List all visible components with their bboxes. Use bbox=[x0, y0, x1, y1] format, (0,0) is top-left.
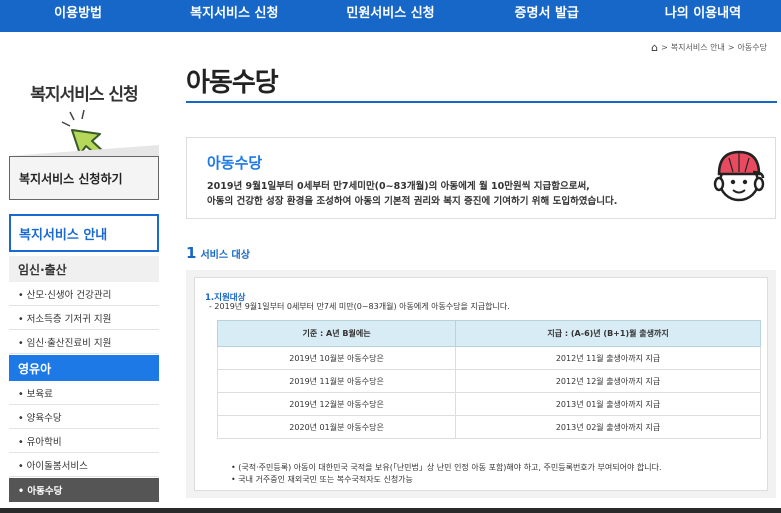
intro-box: 아동수당 2019년 9월1일부터 0세부터 만7세미만(0~83개월)의 아동… bbox=[186, 137, 776, 219]
eligibility-table: 기준 : A년 B월에는 지급 : (A-6)년 (B+1)월 출생까지 201… bbox=[216, 320, 761, 439]
sidebar-item-diaper-support[interactable]: • 저소득층 기저귀 지원 bbox=[9, 306, 159, 330]
sidebar-section-pregnancy[interactable]: 임신·출산 bbox=[9, 256, 159, 282]
child-mascot-icon bbox=[713, 150, 765, 202]
note-overseas-koreans: • 국내 거주중인 재외국민 또는 복수국적자도 신청가능 bbox=[231, 475, 413, 484]
sidebar-item-child-allowance[interactable]: • 아동수당 bbox=[9, 478, 159, 502]
nav-item-welfare-apply[interactable]: 복지서비스 신청 bbox=[156, 0, 312, 32]
top-navigation: 이용방법 복지서비스 신청 민원서비스 신청 증명서 발급 나의 이용내역 bbox=[0, 0, 781, 32]
sidebar-item-maternal-care[interactable]: • 산모·신생아 건강관리 bbox=[9, 282, 159, 306]
table-cell: 2012년 12월 출생아까지 지급 bbox=[455, 369, 761, 393]
sidebar-item-parenting-allowance[interactable]: • 양육수당 bbox=[9, 405, 159, 429]
content-box: 1.지원대상 - 2019년 9월1일부터 0세부터 만7세 미만(0~83개월… bbox=[186, 270, 776, 498]
nav-item-my-history[interactable]: 나의 이용내역 bbox=[625, 0, 781, 32]
table-row: 2019년 10월분 아동수당은 2012년 11월 출생아까지 지급 bbox=[216, 346, 761, 370]
nav-item-certificate[interactable]: 증명서 발급 bbox=[469, 0, 625, 32]
table-cell: 2013년 01월 출생아까지 지급 bbox=[455, 392, 761, 416]
welfare-guide-header[interactable]: 복지서비스 안내 bbox=[9, 214, 159, 252]
note-nationality: • (국적·주민등록) 아동이 대한민국 국적을 보유(「난민법」상 난민 인정… bbox=[231, 463, 662, 472]
intro-text-line-2: 아동의 건강한 성장 환경을 조성하여 아동의 기본적 권리와 복지 증진에 기… bbox=[207, 196, 618, 207]
intro-text-line-1: 2019년 9월1일부터 0세부터 만7세미만(0~83개월)의 아동에게 월 … bbox=[207, 181, 590, 192]
breadcrumb-item-current: 아동수당 bbox=[737, 43, 767, 52]
table-cell: 2019년 10월분 아동수당은 bbox=[216, 346, 457, 370]
breadcrumb-separator: > bbox=[661, 43, 668, 52]
section-number: 1 bbox=[186, 244, 197, 262]
table-cell: 2013년 02월 출생아까지 지급 bbox=[455, 415, 761, 439]
sidebar-title: 복지서비스 신청 bbox=[30, 85, 138, 105]
target-description: - 2019년 9월1일부터 0세부터 만7세 미만(0~83개월) 아동에게 … bbox=[209, 302, 510, 311]
table-header-row: 기준 : A년 B월에는 지급 : (A-6)년 (B+1)월 출생까지 bbox=[216, 320, 761, 347]
table-row: 2019년 12월분 아동수당은 2013년 01월 출생아까지 지급 bbox=[216, 392, 761, 416]
table-header-payment: 지급 : (A-6)년 (B+1)월 출생까지 bbox=[455, 320, 761, 347]
home-icon[interactable]: ⌂ bbox=[651, 41, 658, 54]
table-cell: 2019년 12월분 아동수당은 bbox=[216, 392, 457, 416]
nav-item-how-to-use[interactable]: 이용방법 bbox=[0, 0, 156, 32]
content-panel: 1.지원대상 - 2019년 9월1일부터 0세부터 만7세 미만(0~83개월… bbox=[194, 277, 768, 491]
table-row: 2020년 01월분 아동수당은 2013년 02월 출생아까지 지급 bbox=[216, 415, 761, 439]
table-row: 2019년 11월분 아동수당은 2012년 12월 출생아까지 지급 bbox=[216, 369, 761, 393]
page-title: 아동수당 bbox=[186, 68, 279, 98]
breadcrumb: ⌂ > 복지서비스 안내 > 아동수당 bbox=[651, 41, 767, 54]
table-cell: 2020년 01월분 아동수당은 bbox=[216, 415, 457, 439]
sidebar-item-childcare-service[interactable]: • 아이돌봄서비스 bbox=[9, 453, 159, 477]
breadcrumb-item-guide[interactable]: 복지서비스 안내 bbox=[671, 42, 725, 53]
sidebar-item-preschool-fee[interactable]: • 유아학비 bbox=[9, 429, 159, 453]
breadcrumb-separator: > bbox=[727, 43, 735, 52]
table-header-criteria: 기준 : A년 B월에는 bbox=[216, 320, 457, 347]
sidebar-item-childcare-fee[interactable]: • 보육료 bbox=[9, 381, 159, 405]
title-divider bbox=[186, 101, 777, 103]
section-heading: 1 서비스 대상 bbox=[186, 244, 250, 262]
table-cell: 2012년 11월 출생아까지 지급 bbox=[455, 346, 761, 370]
sidebar-section-infant[interactable]: 영유아 bbox=[9, 355, 159, 381]
sidebar-item-medical-cost[interactable]: • 임신·출산진료비 지원 bbox=[9, 330, 159, 354]
intro-title: 아동수당 bbox=[207, 154, 263, 172]
table-cell: 2019년 11월분 아동수당은 bbox=[216, 369, 457, 393]
section-label: 서비스 대상 bbox=[200, 250, 250, 261]
bottom-bar bbox=[0, 508, 781, 513]
apply-welfare-button[interactable]: 복지서비스 신청하기 bbox=[9, 145, 159, 200]
nav-item-civil-service[interactable]: 민원서비스 신청 bbox=[312, 0, 468, 32]
